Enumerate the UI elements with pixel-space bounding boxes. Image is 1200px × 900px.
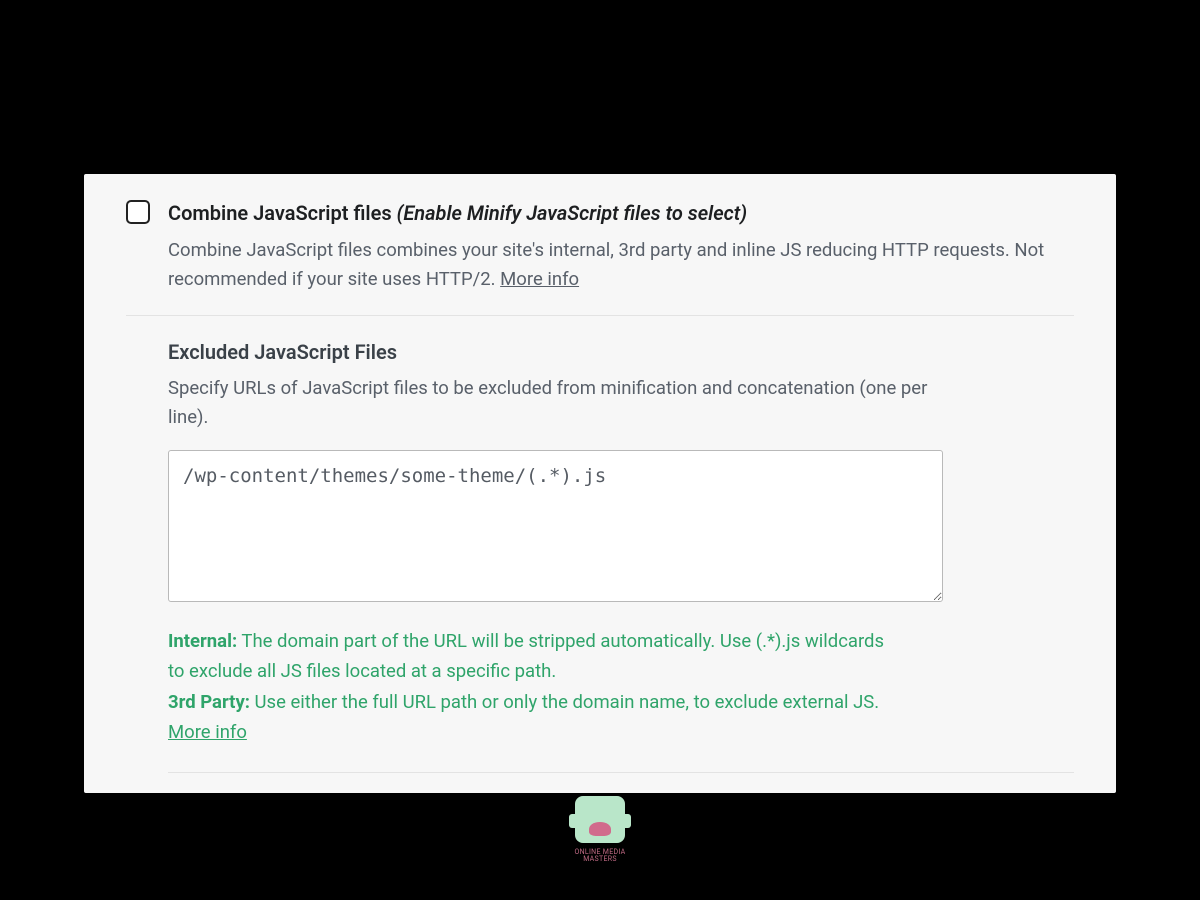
hint-3rdparty-text: Use either the full URL path or only the… [250,691,879,713]
hint-3rdparty-label: 3rd Party: [168,691,250,713]
divider [168,772,1074,773]
hint-internal-label: Internal: [168,630,237,652]
combine-js-more-info-link[interactable]: More info [500,268,579,290]
footer-logo: ONLINE MEDIA MASTERS [571,796,629,864]
combine-js-title-line: Combine JavaScript files (Enable Minify … [168,198,1074,228]
combine-js-desc-text: Combine JavaScript files combines your s… [168,239,1044,290]
hint-more-info-link[interactable]: More info [168,721,247,743]
excluded-js-sub: Specify URLs of JavaScript files to be e… [168,374,928,431]
page-subtitle: (WIP) [0,116,1200,144]
logo-text: ONLINE MEDIA MASTERS [571,849,629,864]
combine-js-hint: (Enable Minify JavaScript files to selec… [397,201,747,225]
page-title: WP Rocket – Exclude javascript files fro… [0,0,1200,94]
divider [126,315,1074,316]
combine-js-title: Combine JavaScript files [168,201,392,225]
hint-internal-text: The domain part of the URL will be strip… [168,630,884,683]
excluded-js-textarea[interactable] [168,450,943,602]
combine-js-text: Combine JavaScript files (Enable Minify … [168,198,1074,293]
settings-panel: Combine JavaScript files (Enable Minify … [84,174,1116,793]
combine-js-desc: Combine JavaScript files combines your s… [168,236,1074,293]
excluded-js-heading: Excluded JavaScript Files [168,340,1074,364]
logo-icon [575,796,625,843]
combine-js-checkbox[interactable] [126,200,150,224]
excluded-js-section: Excluded JavaScript Files Specify URLs o… [126,340,1074,772]
combine-js-option: Combine JavaScript files (Enable Minify … [126,194,1074,315]
excluded-js-hints: Internal: The domain part of the URL wil… [168,626,888,748]
